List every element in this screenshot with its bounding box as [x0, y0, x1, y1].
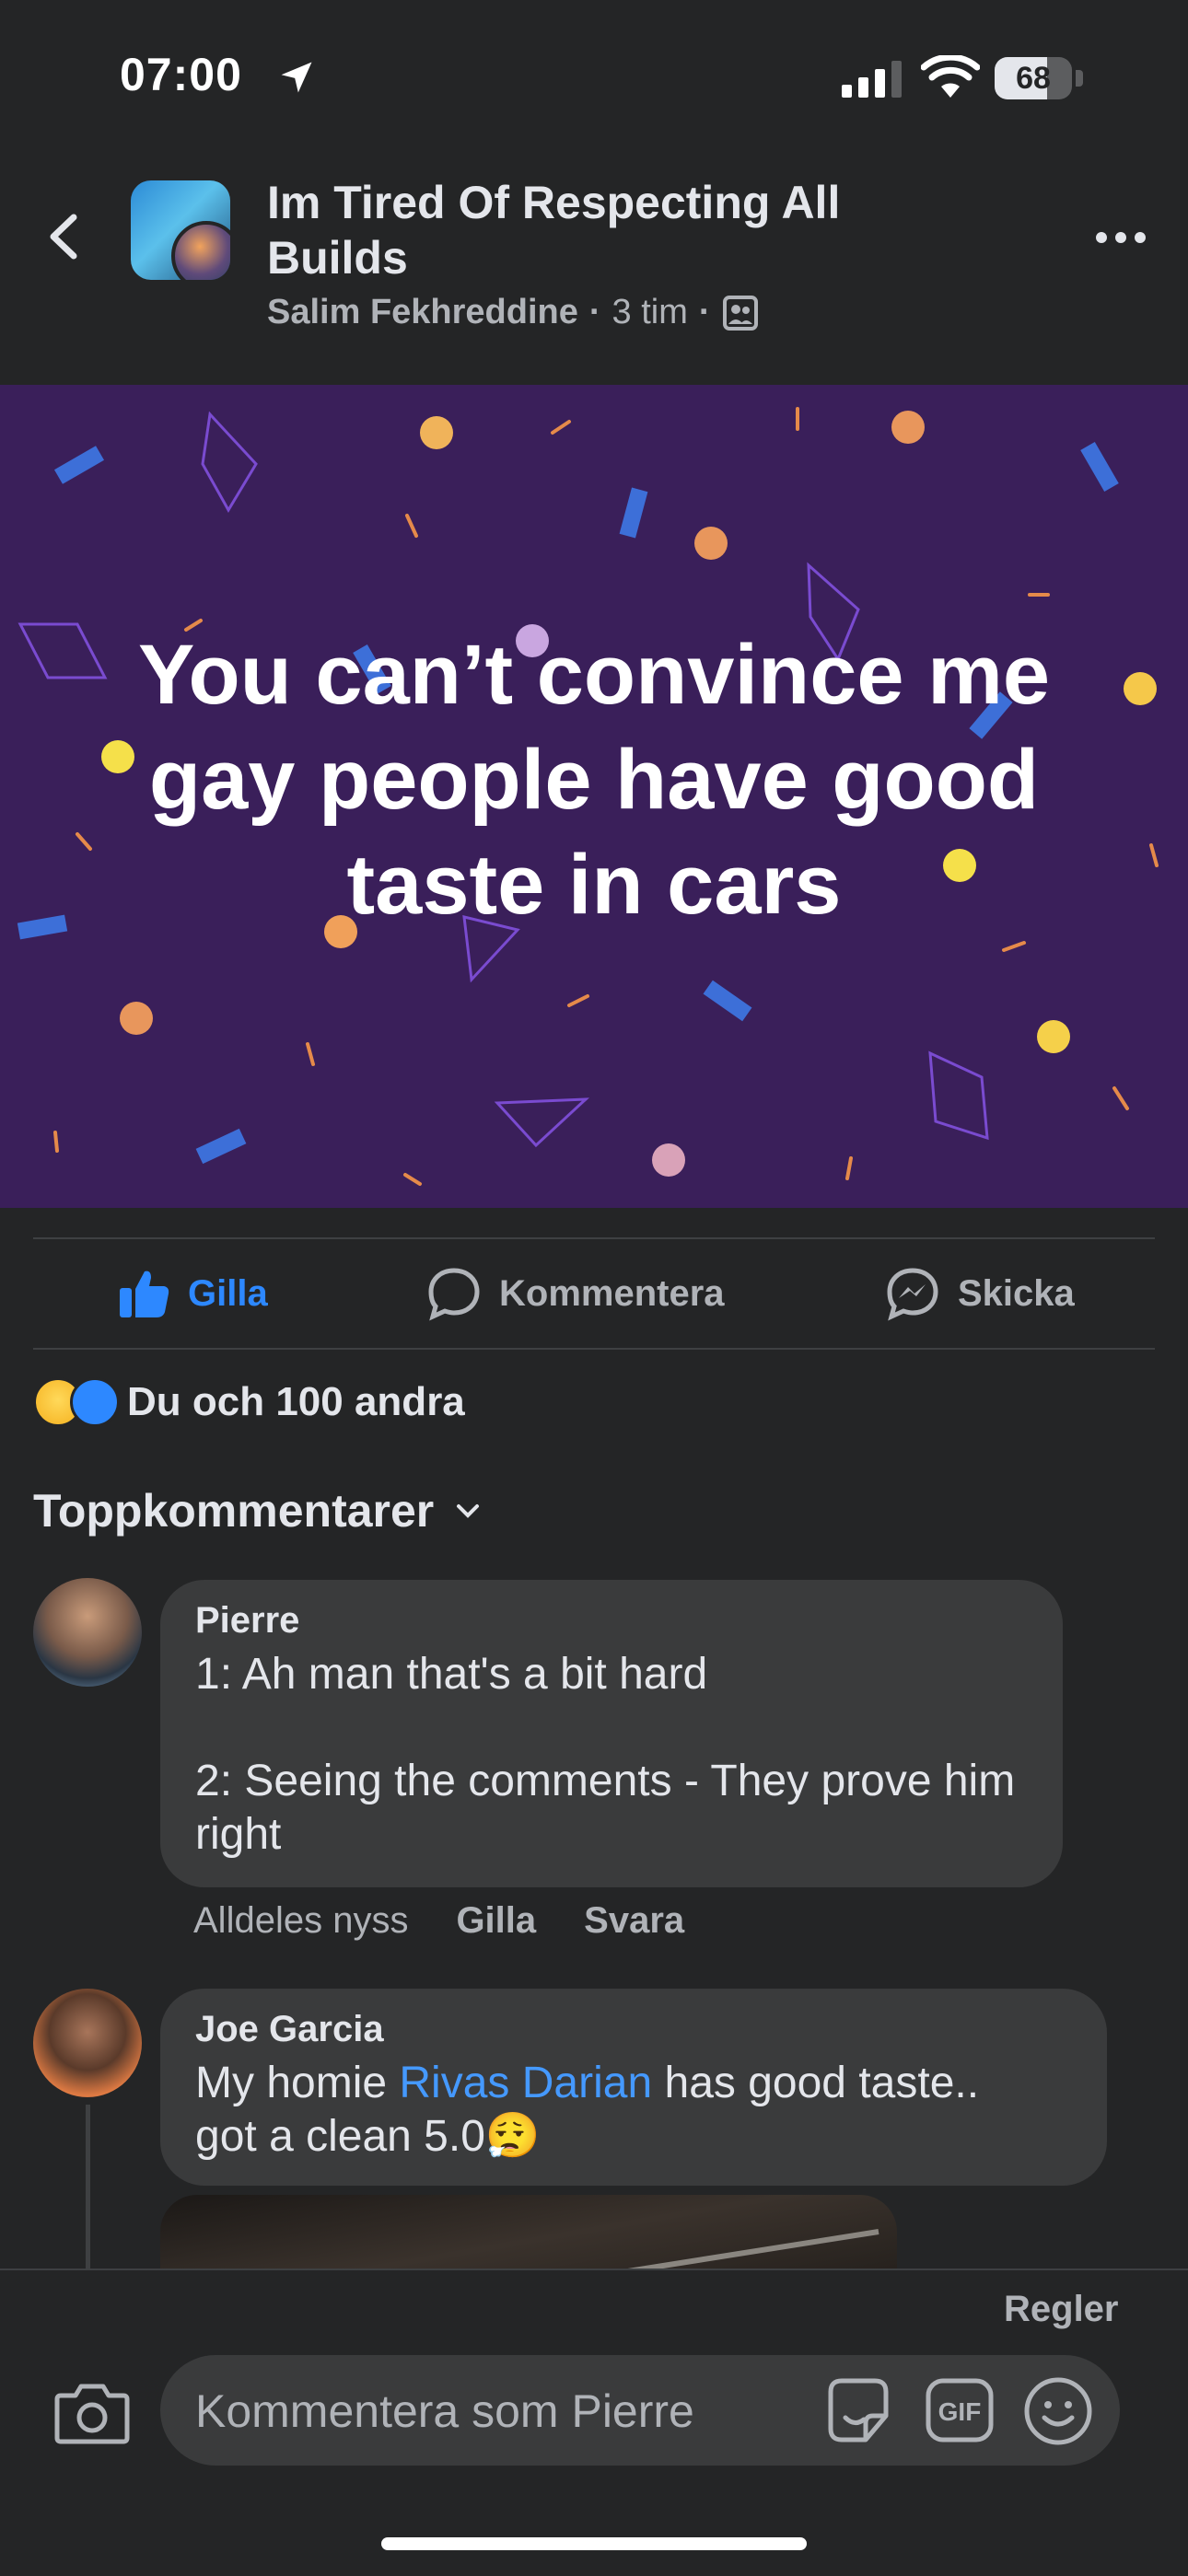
- comment-text: My homie Rivas Darian has good taste.. g…: [195, 2057, 1098, 2164]
- meta-separator: ·: [588, 293, 601, 331]
- thumbs-up-icon: [120, 1271, 169, 1317]
- rules-link[interactable]: Regler: [1004, 2289, 1119, 2330]
- battery-icon: 68: [995, 57, 1083, 99]
- reactions-summary[interactable]: Du och 100 andra: [33, 1377, 465, 1427]
- divider-top: [33, 1237, 1155, 1239]
- battery-percent: 68: [1016, 61, 1051, 96]
- comment-text-start: My homie: [195, 2059, 400, 2107]
- meta-separator-2: ·: [698, 293, 711, 331]
- exhale-emoji: 😮‍💨: [484, 2112, 541, 2161]
- share-button[interactable]: Skicka: [884, 1261, 1075, 1326]
- comment-bubble[interactable]: Pierre 1: Ah man that's a bit hard 2: Se…: [160, 1580, 1063, 1887]
- home-indicator[interactable]: [381, 2537, 807, 2550]
- comment-like-button[interactable]: Gilla: [456, 1900, 536, 1942]
- comment-reply-button[interactable]: Svara: [584, 1900, 684, 1942]
- post-meta: Salim Fekhreddine · 3 tim ·: [267, 293, 759, 332]
- mention-link[interactable]: Rivas Darian: [399, 2059, 652, 2107]
- author-name[interactable]: Salim Fekhreddine: [267, 293, 578, 332]
- thread-line: [86, 2105, 90, 2270]
- comments-sort-label: Toppkommentarer: [33, 1485, 435, 1537]
- comment-author[interactable]: Joe Garcia: [195, 2009, 384, 2050]
- signal-icon: [842, 61, 902, 98]
- avatar[interactable]: [33, 1989, 142, 2097]
- more-dots-icon[interactable]: [1094, 228, 1147, 247]
- post-text: You can’t convince me gay people have go…: [137, 628, 1051, 932]
- comment-button[interactable]: Kommentera: [425, 1261, 725, 1326]
- comment-icon: [428, 1268, 480, 1321]
- post-time[interactable]: 3 tim: [612, 293, 688, 332]
- svg-text:GIF: GIF: [938, 2397, 982, 2426]
- wifi-icon: [921, 55, 980, 98]
- comment-meta: Alldeles nyss Gilla Svara: [193, 1900, 684, 1942]
- comment-timestamp: Alldeles nyss: [193, 1900, 409, 1941]
- group-icon: [722, 295, 758, 331]
- group-name[interactable]: Im Tired Of Respecting All Builds: [267, 175, 949, 285]
- comment-bubble[interactable]: Joe Garcia My homie Rivas Darian has goo…: [160, 1989, 1107, 2186]
- reactions-text: Du och 100 andra: [127, 1379, 465, 1424]
- comments-sort-dropdown[interactable]: Toppkommentarer: [33, 1484, 482, 1537]
- divider-bottom: [33, 1348, 1155, 1350]
- author-avatar: [171, 221, 230, 280]
- comment-label: Kommentera: [499, 1272, 725, 1314]
- emoji-icon[interactable]: [1022, 2375, 1094, 2447]
- back-chevron-icon[interactable]: [37, 204, 92, 269]
- sticker-icon[interactable]: [821, 2373, 895, 2447]
- status-time: 07:00: [120, 49, 242, 100]
- group-avatar[interactable]: [131, 180, 230, 280]
- camera-icon[interactable]: [53, 2379, 131, 2445]
- post-card[interactable]: You can’t convince me gay people have go…: [0, 385, 1188, 1208]
- location-arrow-icon: [281, 62, 312, 93]
- gif-icon[interactable]: GIF: [925, 2377, 995, 2443]
- avatar[interactable]: [33, 1578, 142, 1687]
- share-label: Skicka: [958, 1272, 1075, 1314]
- comment-text: 1: Ah man that's a bit hard 2: Seeing th…: [195, 1650, 1016, 1859]
- messenger-icon: [887, 1268, 938, 1321]
- chevron-down-icon: [457, 1504, 480, 1518]
- comment-input[interactable]: [193, 2355, 768, 2467]
- comment-author[interactable]: Pierre: [195, 1600, 299, 1642]
- like-button[interactable]: Gilla: [116, 1261, 268, 1326]
- like-label: Gilla: [188, 1272, 268, 1314]
- like-reaction-icon: [70, 1377, 120, 1427]
